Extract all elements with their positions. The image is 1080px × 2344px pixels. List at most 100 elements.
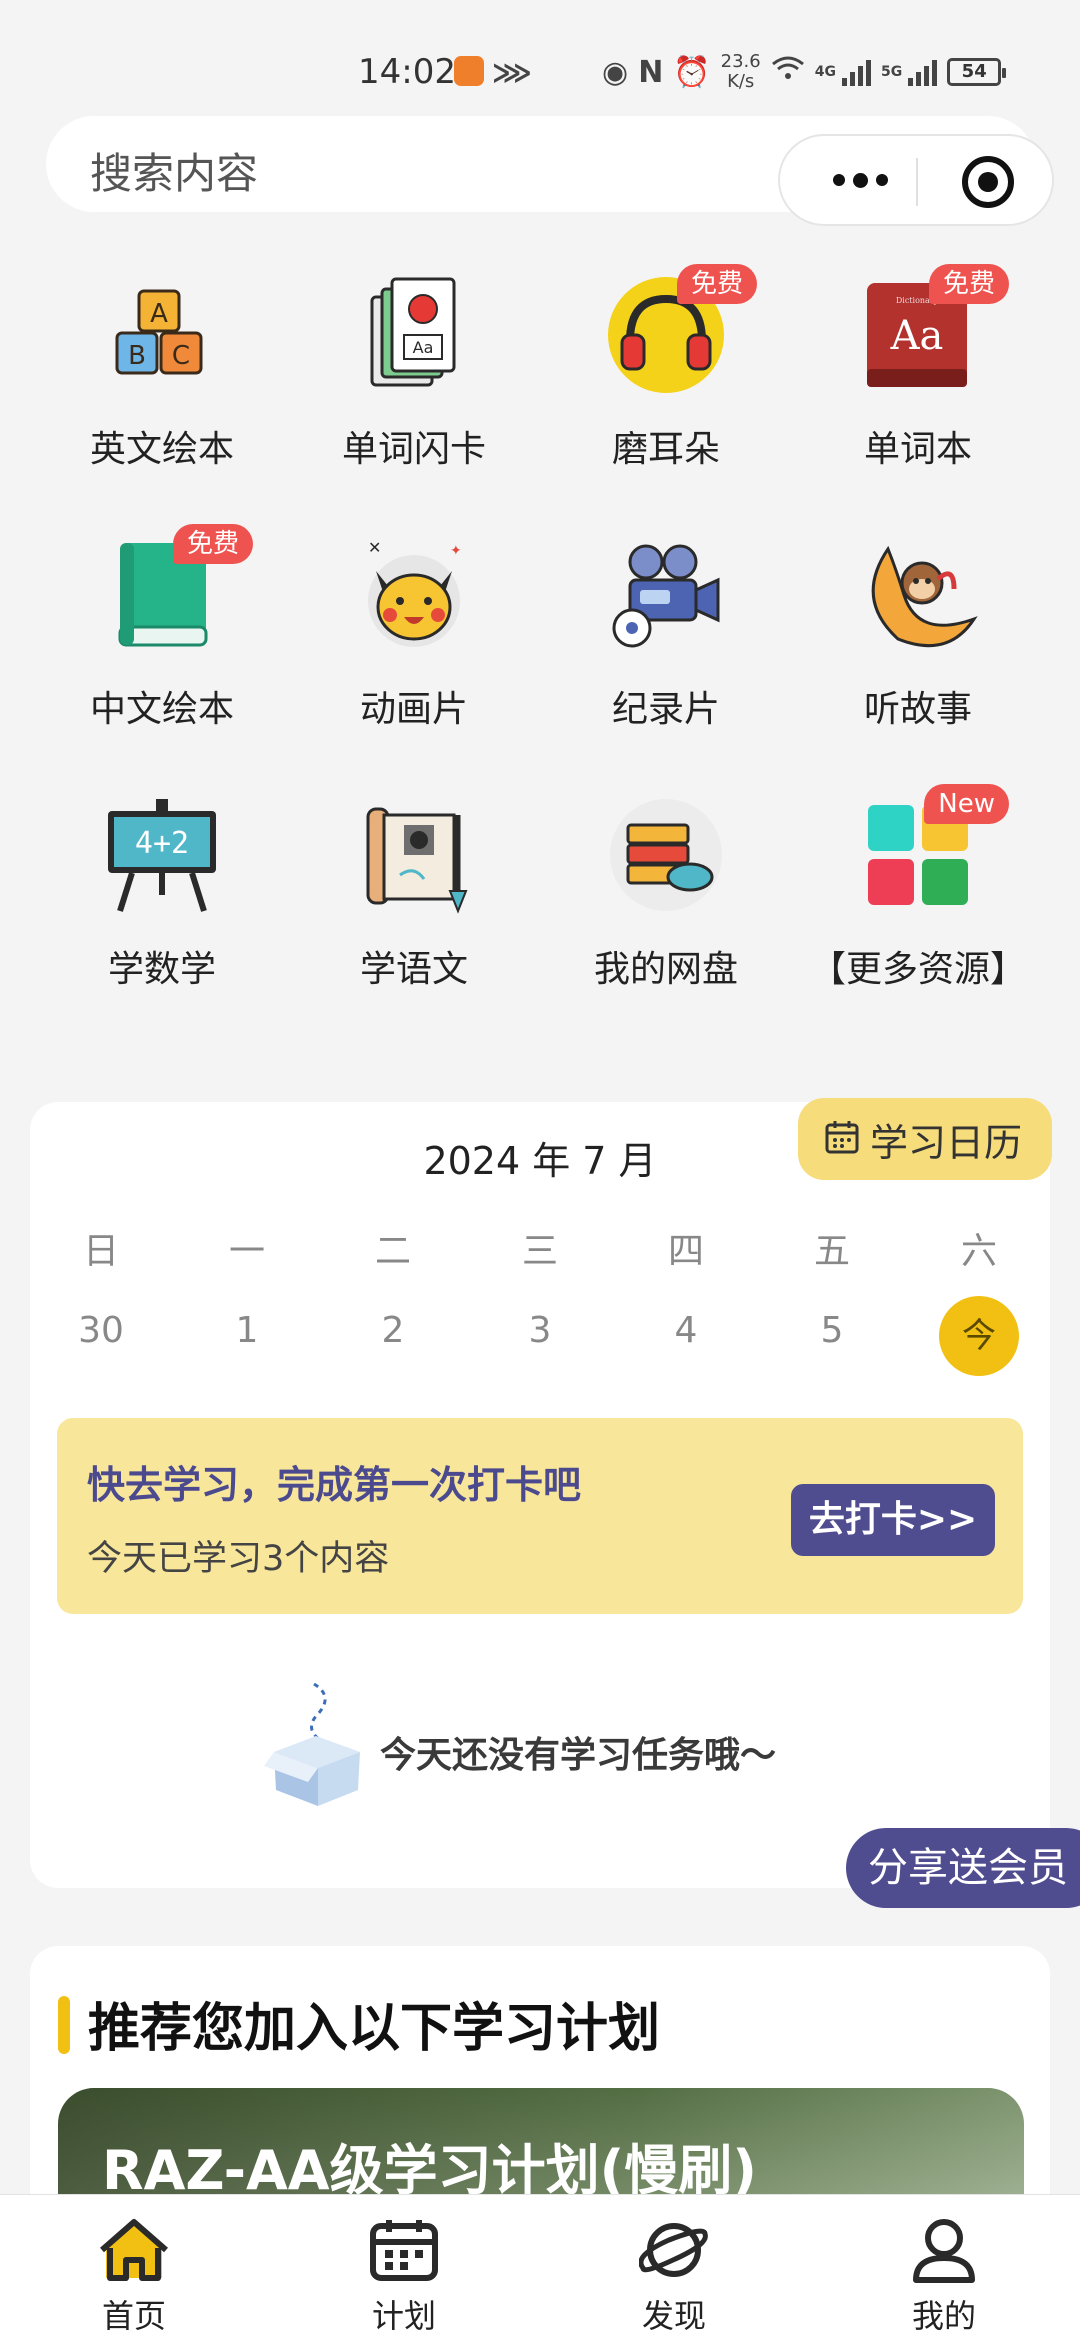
grid-item-label: 【更多资源】 (809, 949, 1026, 990)
calendar-date[interactable]: 30 (61, 1310, 141, 1351)
calendar-date[interactable]: 5 (792, 1310, 872, 1351)
grid-item-label: 纪录片 (611, 689, 720, 730)
tab-home[interactable]: 首页 (44, 2215, 224, 2337)
nfc-icon: N (638, 54, 664, 90)
network-type-2: 5G (880, 64, 903, 80)
new-badge: New (924, 784, 1009, 824)
checkin-title: 快去学习，完成第一次打卡吧 (87, 1463, 582, 1507)
cloud-storage-icon (601, 790, 731, 920)
scroll-brush-icon (349, 790, 479, 920)
share-membership-button[interactable]: 分享送会员 (846, 1828, 1080, 1908)
close-miniprogram-icon[interactable] (962, 156, 1014, 208)
svg-text:C: C (172, 341, 190, 371)
tab-bar: 首页 计划 发现 我的 (0, 2194, 1080, 2344)
section-accent-bar (58, 1996, 70, 2054)
free-badge: 免费 (172, 524, 253, 564)
calendar-date[interactable]: 3 (500, 1310, 580, 1351)
svg-text:✕: ✕ (368, 538, 381, 557)
app-notification-icon-2: ⋙ (492, 56, 532, 89)
tab-plan[interactable]: 计划 (314, 2215, 494, 2337)
svg-text:Aa: Aa (413, 338, 434, 357)
speed-value: 23.6 (720, 51, 761, 72)
no-tasks-message: 今天还没有学习任务哦～ (380, 1735, 777, 1776)
grid-item-label: 单词本 (863, 429, 972, 470)
grid-item-chinese[interactable]: 学语文 (288, 790, 540, 992)
grid-item-label: 听故事 (863, 689, 972, 730)
checkin-subtitle: 今天已学习3个内容 (87, 1539, 390, 1579)
grid-item-label: 磨耳朵 (611, 429, 720, 470)
signal-icon (841, 58, 871, 86)
checkin-button[interactable]: 去打卡>> (791, 1484, 995, 1556)
calendar-date[interactable]: 4 (646, 1310, 726, 1351)
calendar-month-title: 2024 年 7 月 (423, 1139, 657, 1183)
network-speed: 23.6 K/s (721, 52, 761, 92)
empty-box-icon (262, 1680, 372, 1810)
status-time: 14:02 (358, 52, 456, 92)
miniprogram-capsule (778, 134, 1054, 226)
grid-item-cartoons[interactable]: ✕ ✦ 动画片 (288, 530, 540, 732)
weekday-label: 日 (82, 1231, 119, 1272)
user-icon (906, 2215, 982, 2285)
tab-discover[interactable]: 发现 (584, 2215, 764, 2337)
grid-item-word-flashcards[interactable]: Aa 单词闪卡 (288, 270, 540, 472)
grid-item-documentaries[interactable]: 纪录片 (540, 530, 792, 732)
calendar-icon (366, 2215, 442, 2285)
eye-icon: ◉ (602, 54, 629, 90)
grid-item-label: 学数学 (107, 949, 216, 990)
grid-item-chinese-picture-books[interactable]: 免费 中文绘本 (36, 524, 288, 732)
alarm-icon: ⏰ (673, 54, 711, 90)
svg-text:4+2: 4+2 (135, 826, 189, 861)
more-icon[interactable] (820, 160, 900, 200)
tab-label: 计划 (371, 2297, 436, 2335)
weekday-label: 一 (228, 1231, 265, 1272)
capsule-divider (916, 158, 918, 206)
weekday-label: 六 (960, 1231, 997, 1272)
pikachu-icon: ✕ ✦ (349, 530, 479, 660)
signal-icon-2 (908, 58, 938, 86)
speed-unit: K/s (727, 71, 755, 92)
moon-monkey-icon (853, 530, 983, 660)
grid-item-label: 单词闪卡 (341, 429, 486, 470)
tab-label: 首页 (101, 2297, 166, 2335)
grid-item-vocabulary-book[interactable]: Aa Dictionary 免费 单词本 (792, 264, 1044, 472)
grid-item-more-resources[interactable]: New 【更多资源】 (792, 784, 1044, 992)
headphones-icon: 免费 (601, 264, 757, 400)
weekday-label: 三 (521, 1231, 558, 1272)
network-type-1: 4G (814, 64, 836, 80)
abc-blocks-icon: A B C (97, 270, 227, 400)
grid-item-math[interactable]: 4+2 学数学 (36, 790, 288, 992)
grid-item-label: 动画片 (359, 689, 468, 730)
grid-item-my-cloud-drive[interactable]: 我的网盘 (540, 790, 792, 992)
tab-mine[interactable]: 我的 (854, 2215, 1034, 2337)
checkin-banner: 快去学习，完成第一次打卡吧 今天已学习3个内容 去打卡>> (57, 1418, 1023, 1614)
free-badge: 免费 (928, 264, 1009, 304)
calendar-date[interactable]: 2 (353, 1310, 433, 1351)
svg-text:Aa: Aa (890, 313, 944, 359)
app-notification-icon (454, 56, 484, 86)
flashcards-icon: Aa (349, 270, 479, 400)
dictionary-icon: Aa Dictionary 免费 (853, 264, 1009, 400)
svg-text:A: A (150, 299, 168, 329)
grid-item-label: 英文绘本 (89, 429, 234, 470)
home-icon (96, 2215, 172, 2285)
film-camera-icon (601, 530, 731, 660)
status-icons: ◉ N ⏰ 23.6 K/s 4G 5G 54 (602, 50, 1007, 94)
search-placeholder: 搜索内容 (90, 149, 259, 198)
tab-label: 发现 (641, 2297, 706, 2335)
grid-item-english-picture-books[interactable]: A B C 英文绘本 (36, 270, 288, 472)
weekday-label: 五 (813, 1231, 850, 1272)
grid-item-label: 中文绘本 (89, 689, 234, 730)
tab-label: 我的 (911, 2297, 976, 2335)
free-badge: 免费 (676, 264, 757, 304)
wifi-icon (771, 54, 805, 90)
calendar-date[interactable]: 1 (207, 1310, 287, 1351)
planet-icon (636, 2215, 712, 2285)
calendar-date-today[interactable]: 今 (939, 1296, 1019, 1376)
grid-item-label: 学语文 (359, 949, 468, 990)
green-book-icon: 免费 (97, 524, 253, 660)
grid-item-stories[interactable]: 听故事 (792, 530, 1044, 732)
grid-item-listening[interactable]: 免费 磨耳朵 (540, 264, 792, 472)
page: 14:02 ⋙ ◉ N ⏰ 23.6 K/s 4G 5G 54 搜索内容 A B… (0, 0, 1080, 2344)
recommend-title: 推荐您加入以下学习计划 (88, 1999, 661, 2059)
battery-icon: 54 (947, 58, 1007, 86)
